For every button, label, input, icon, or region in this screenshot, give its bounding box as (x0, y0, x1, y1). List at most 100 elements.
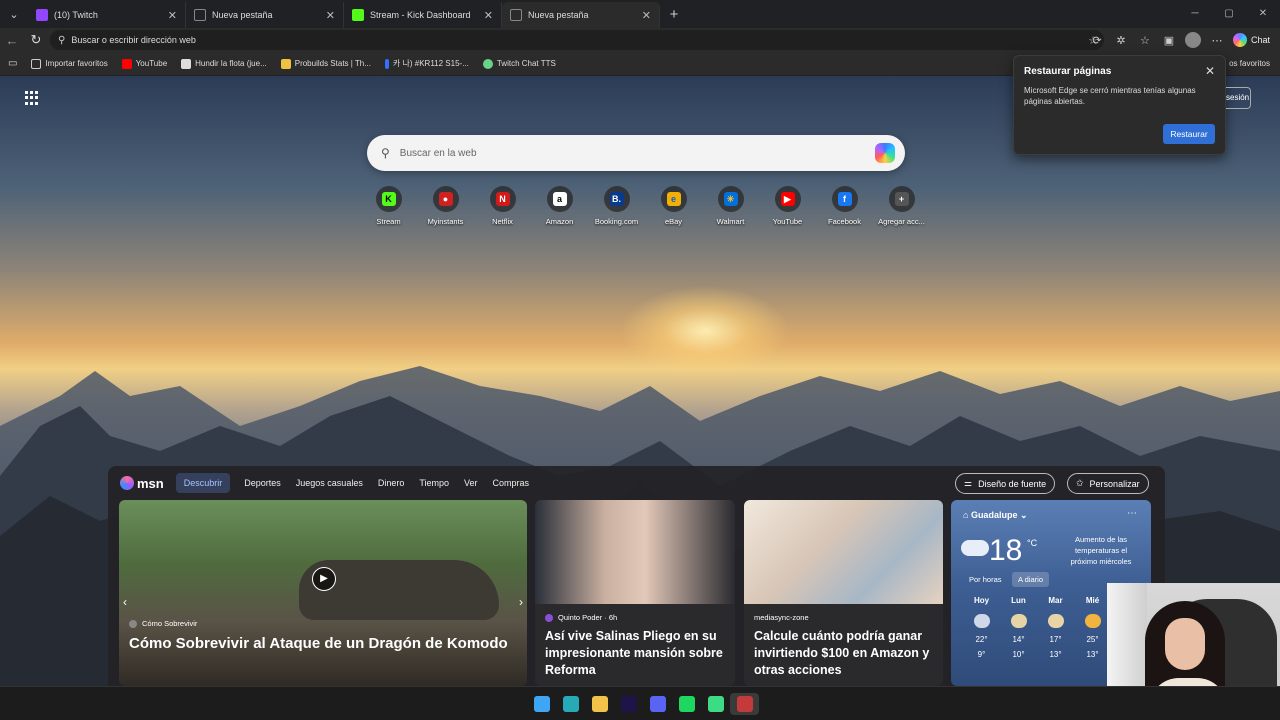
shortcut-icon: B. (603, 186, 630, 212)
tab-title: (10) Twitch (54, 10, 98, 20)
tab-tiempo[interactable]: Tiempo (419, 478, 449, 488)
copilot-icon[interactable] (875, 143, 895, 163)
puzzle-icon[interactable]: ✲ (1109, 34, 1133, 47)
shortcut-icon: ● (432, 186, 459, 212)
msn-logo[interactable]: msn (120, 476, 164, 491)
premiere-icon[interactable] (614, 693, 643, 715)
tab-actions-icon[interactable]: ⌄ (0, 0, 28, 28)
close-icon[interactable]: ✕ (326, 9, 335, 22)
shortcut-label: Facebook (828, 217, 861, 226)
shortcut-myinstants[interactable]: ● Myinstants (417, 186, 474, 226)
news-card-amazon[interactable]: mediasync-zone Calcule cuánto podría gan… (744, 500, 943, 686)
close-window-icon[interactable]: ✕ (1246, 0, 1280, 28)
tab-hourly[interactable]: Por horas (963, 572, 1008, 587)
maximize-icon[interactable]: ▢ (1212, 0, 1246, 28)
shortcut-stream[interactable]: K Stream (360, 186, 417, 226)
back-icon[interactable]: ← (0, 33, 24, 48)
tab-descubrir[interactable]: Descubrir (175, 473, 231, 493)
tab-new-2[interactable]: Nueva pestaña ✕ (502, 2, 660, 28)
more-icon[interactable]: ⋯ (1127, 508, 1137, 519)
shortcut-booking-com[interactable]: B. Booking.com (588, 186, 645, 226)
address-bar[interactable]: ⚲ Buscar o escribir dirección web ☆ (50, 30, 1104, 50)
forecast-day[interactable]: Mar 17° 13° (1037, 596, 1074, 659)
shortcut-netflix[interactable]: N Netflix (474, 186, 531, 226)
forecast-day[interactable]: Mié 25° 13° (1074, 596, 1111, 659)
shortcut-ebay[interactable]: e eBay (645, 186, 702, 226)
weather-unit: °C (1027, 538, 1038, 548)
close-icon[interactable]: ✕ (1205, 64, 1215, 78)
msn-nav: msn Descubrir Deportes Juegos casuales D… (120, 472, 544, 494)
bookmark-item[interactable]: Importar favoritos (31, 58, 108, 69)
restore-button[interactable]: Restaurar (1163, 124, 1215, 144)
other-favorites[interactable]: os favoritos (1229, 52, 1270, 76)
prev-arrow-icon[interactable]: ‹ (123, 595, 127, 609)
address-input[interactable]: Buscar o escribir dirección web (71, 35, 196, 45)
web-search-input[interactable]: Buscar en la web (400, 148, 477, 159)
sign-in-button[interactable]: sesión (1226, 87, 1251, 109)
more-icon[interactable]: ⋯ (1205, 34, 1229, 47)
close-icon[interactable]: ✕ (484, 9, 493, 22)
shortcut-walmart[interactable]: ✳ Walmart (702, 186, 759, 226)
collections-icon[interactable]: ▣ (1157, 34, 1181, 47)
windows-start-icon[interactable] (527, 693, 556, 715)
shortcut-amazon[interactable]: a Amazon (531, 186, 588, 226)
personalize-button[interactable]: ✩ Personalizar (1067, 473, 1149, 494)
bookmark-item[interactable]: Hundir la flota (jue... (181, 58, 267, 69)
shortcut-label: Myinstants (427, 217, 464, 226)
android-app-icon[interactable] (701, 693, 730, 715)
weather-location[interactable]: ⌂ Guadalupe ⌄ (963, 510, 1028, 521)
bookmark-item[interactable]: 카 나) #KR112 S15-... (384, 58, 469, 69)
source-label: mediasync-zone (754, 613, 809, 622)
shortcut-youtube[interactable]: ▶ YouTube (759, 186, 816, 226)
tab-new-1[interactable]: Nueva pestaña ✕ (186, 2, 344, 28)
forecast-days: Hoy 22° 9° Lun 14° 10° Mar 17° 13° Mié 25° 13° (963, 596, 1111, 659)
page-icon (510, 9, 522, 21)
spotify-icon[interactable] (672, 693, 701, 715)
news-card-salinas[interactable]: Quinto Poder · 6h Así vive Salinas Plieg… (535, 500, 735, 686)
file-explorer-icon[interactable] (585, 693, 614, 715)
page-icon (194, 9, 206, 21)
next-arrow-icon[interactable]: › (519, 595, 523, 609)
card-headline: Así vive Salinas Pliego en su impresiona… (545, 629, 723, 677)
source-label: Cómo Sobrevivir (142, 619, 198, 628)
favorites-icon[interactable]: ☆ (1133, 34, 1157, 47)
discord-icon[interactable] (643, 693, 672, 715)
tab-daily[interactable]: A diario (1012, 572, 1050, 587)
copilot-chat-button[interactable]: Chat (1232, 33, 1270, 47)
shortcut-label: YouTube (772, 217, 803, 226)
home-icon: ⌂ (963, 510, 971, 520)
font-design-button[interactable]: ⚌ Diseño de fuente (955, 473, 1056, 494)
play-icon[interactable]: ▶ (312, 567, 336, 591)
tab-kick[interactable]: Stream - Kick Dashboard ✕ (344, 2, 502, 28)
edge-icon[interactable] (556, 693, 585, 715)
bookmark-item[interactable]: Probuilds Stats | Th... (280, 58, 371, 69)
shortcut-facebook[interactable]: f Facebook (816, 186, 873, 226)
app-icon[interactable] (730, 693, 759, 715)
forecast-day[interactable]: Lun 14° 10° (1000, 596, 1037, 659)
weather-note[interactable]: Aumento de las temperaturas el próximo m… (1061, 534, 1141, 567)
profile-avatar[interactable] (1184, 32, 1201, 48)
tab-deportes[interactable]: Deportes (244, 478, 281, 488)
tab-ver[interactable]: Ver (464, 478, 478, 488)
refresh-icon[interactable]: ↻ (24, 32, 48, 48)
web-search-box[interactable]: ⚲ Buscar en la web (367, 135, 905, 171)
new-tab-button[interactable]: + (660, 6, 688, 23)
extensions-icon[interactable]: ⟳ (1085, 34, 1109, 47)
shortcut-agregar-acc-[interactable]: + Agregar acc... (873, 186, 930, 226)
msn-butterfly-icon (120, 476, 134, 490)
card-source: mediasync-zone (754, 613, 809, 622)
close-icon[interactable]: ✕ (168, 9, 177, 22)
minimize-icon[interactable]: ─ (1178, 0, 1212, 28)
news-card-komodo[interactable]: ▶ ‹ › Cómo Sobrevivir Cómo Sobrevivir al… (119, 500, 527, 686)
tab-dinero[interactable]: Dinero (378, 478, 405, 488)
card-source: Quinto Poder · 6h (545, 613, 617, 622)
bookmark-item[interactable]: Twitch Chat TTS (482, 58, 556, 69)
tab-compras[interactable]: Compras (493, 478, 530, 488)
bookmark-item[interactable]: YouTube (121, 58, 167, 69)
tab-juegos[interactable]: Juegos casuales (296, 478, 363, 488)
tab-twitch[interactable]: (10) Twitch ✕ (28, 2, 186, 28)
close-icon[interactable]: ✕ (642, 9, 651, 22)
apps-launcher-icon[interactable] (25, 91, 39, 105)
sidebar-toggle-icon[interactable]: ▭ (8, 58, 17, 69)
forecast-day[interactable]: Hoy 22° 9° (963, 596, 1000, 659)
